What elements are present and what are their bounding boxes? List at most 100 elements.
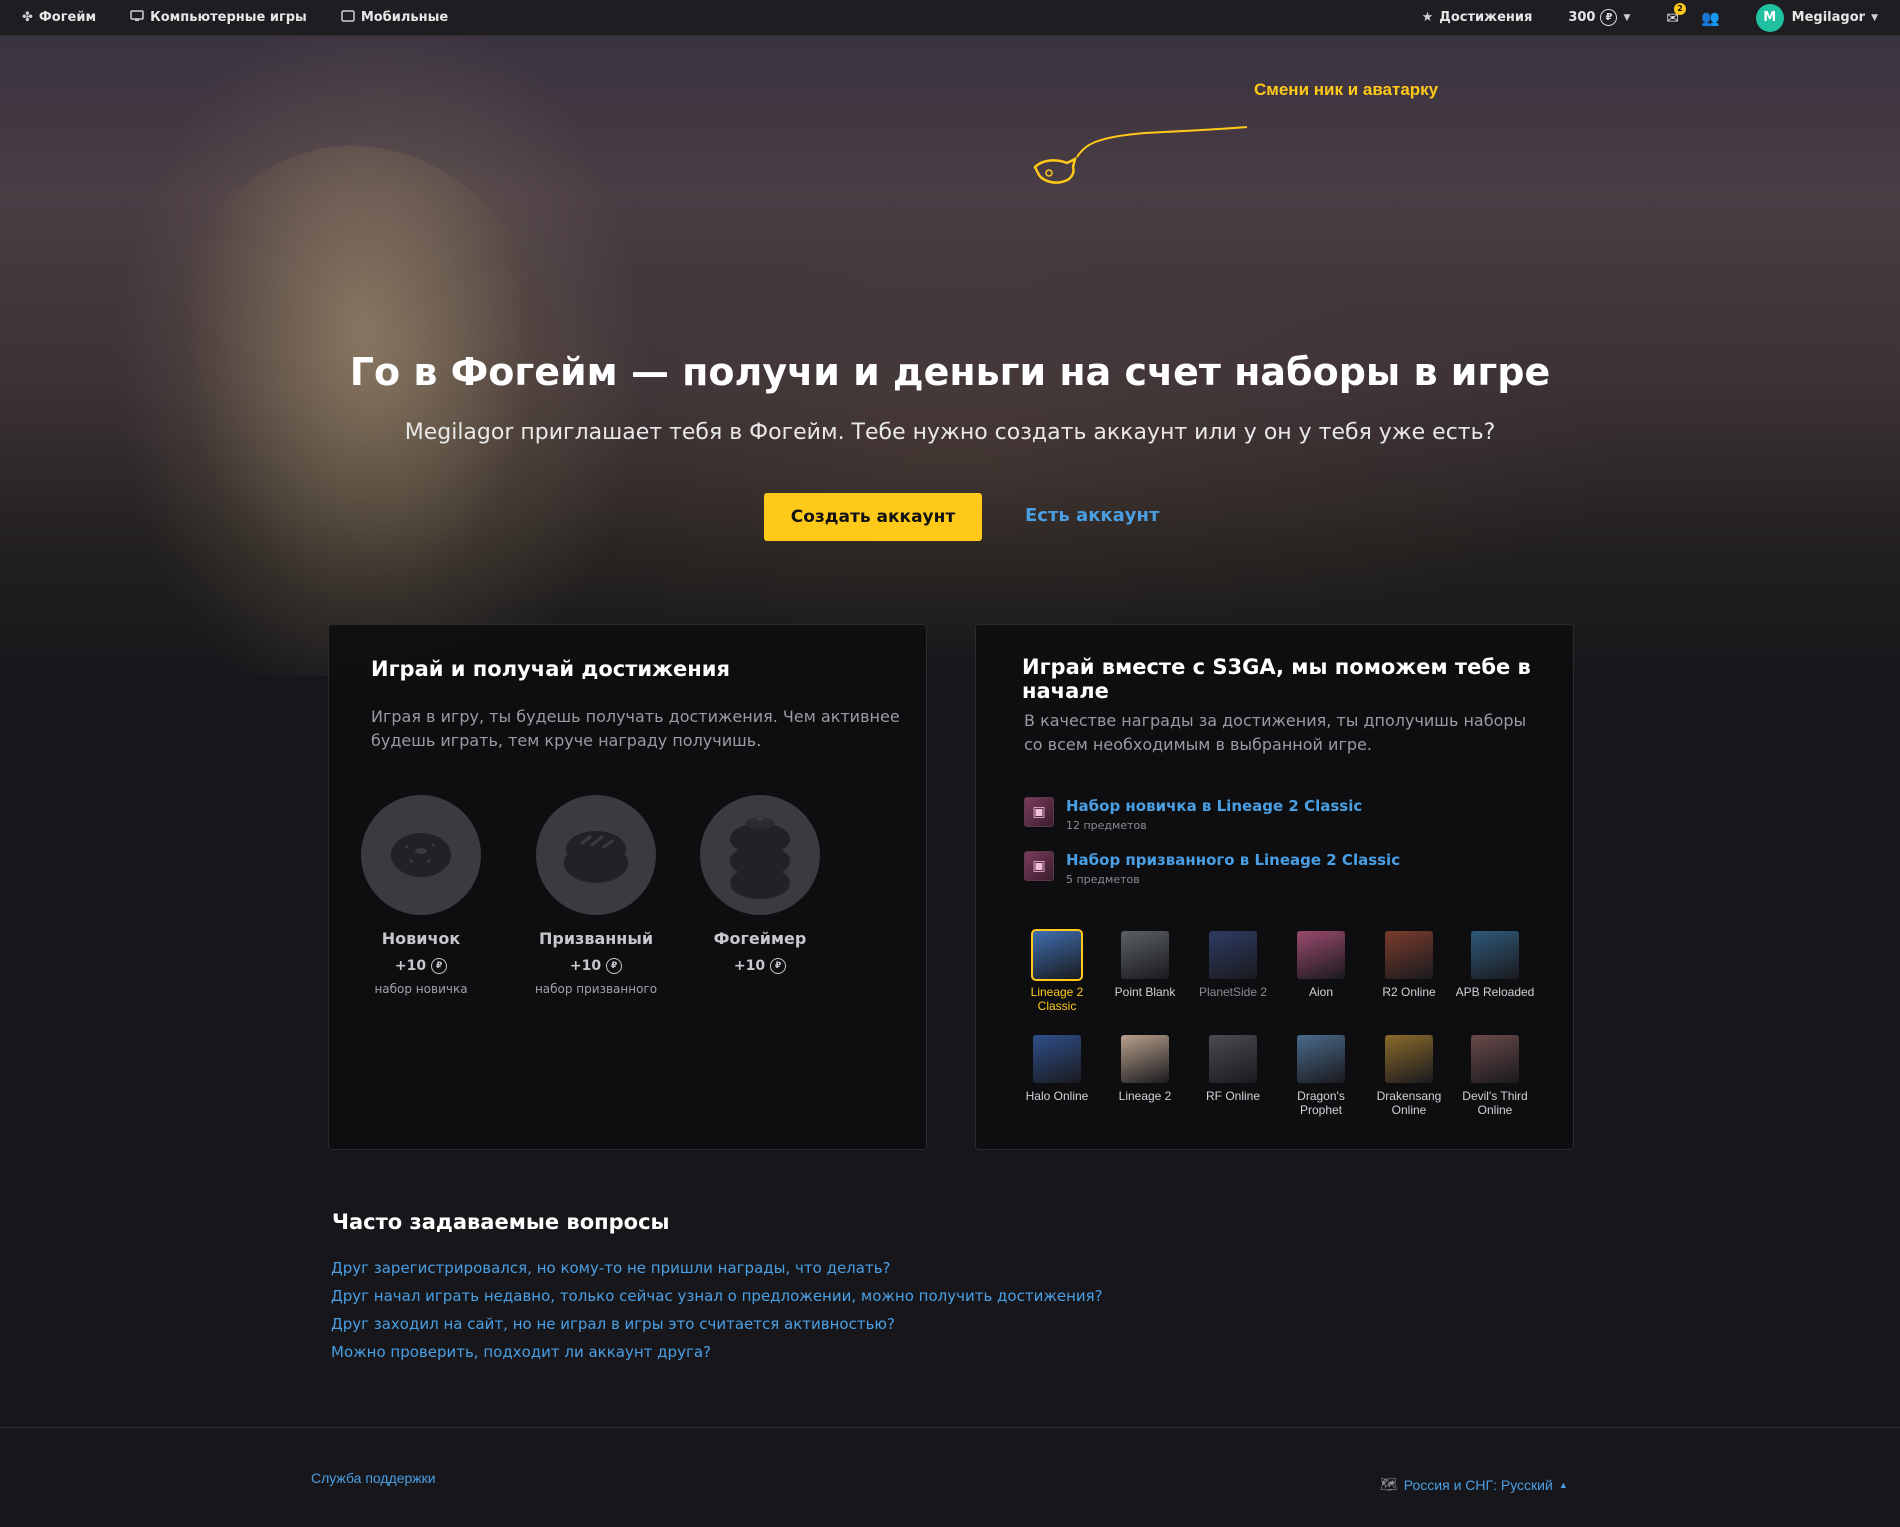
region-selector[interactable]: 🗺 Россия и СНГ: Русский ▲ xyxy=(1380,1476,1568,1493)
game-icon xyxy=(1033,1035,1081,1083)
achievements-card-title: Играй и получай достижения xyxy=(371,657,730,681)
kit-title[interactable]: Набор новичка в Lineage 2 Classic xyxy=(1066,797,1362,815)
game-icon xyxy=(1385,1035,1433,1083)
game-tile[interactable]: Lineage 2 xyxy=(1102,1035,1188,1103)
nav-brand[interactable]: ✤ Фогейм xyxy=(22,10,96,25)
create-account-button[interactable]: Создать аккаунт xyxy=(764,493,982,541)
game-label: APB Reloaded xyxy=(1455,985,1535,999)
game-icon xyxy=(1297,931,1345,979)
have-account-link[interactable]: Есть аккаунт xyxy=(1025,505,1159,526)
game-label: RF Online xyxy=(1205,1089,1261,1103)
faq-link[interactable]: Друг начал играть недавно, только сейчас… xyxy=(331,1286,1103,1314)
hero-subtitle: Megilagor приглашает тебя в Фогейм. Тебе… xyxy=(404,420,1496,445)
game-tile[interactable]: RF Online xyxy=(1190,1035,1276,1103)
game-icon xyxy=(1031,929,1083,981)
friends-icon[interactable]: 👥 xyxy=(1701,9,1720,27)
envelope-icon: ✉ 2 xyxy=(1666,2,1686,27)
achievement-name: Фогеймер xyxy=(713,929,807,948)
s3ga-card: Играй вместе с S3GA, мы поможем тебе в н… xyxy=(975,624,1574,1150)
game-tile[interactable]: R2 Online xyxy=(1366,931,1452,999)
clover-icon: ✤ xyxy=(22,10,33,25)
top-nav: ✤ Фогейм Компьютерные игры Мобильные ★ Д… xyxy=(0,0,1900,36)
kit-item[interactable]: ▣ Набор новичка в Lineage 2 Classic 12 п… xyxy=(1024,797,1362,832)
s3ga-desc-line-2: со всем необходимым в выбранной игре. xyxy=(1024,735,1372,754)
chevron-down-icon: ▼ xyxy=(1623,12,1631,23)
faq-link[interactable]: Друг заходил на сайт, но не играл в игры… xyxy=(331,1314,1103,1342)
game-tile[interactable]: Dragon's Prophet xyxy=(1278,1035,1364,1117)
game-icon xyxy=(1121,1035,1169,1083)
tablet-icon xyxy=(341,9,355,26)
mail-count-badge: 2 xyxy=(1673,2,1686,15)
s3ga-card-description: В качестве награды за достижения, ты дпо… xyxy=(1024,709,1526,757)
game-tile[interactable]: Point Blank xyxy=(1102,931,1188,999)
game-tile[interactable]: Devil's Third Online xyxy=(1452,1035,1538,1117)
faq-link[interactable]: Можно проверить, подходит ли аккаунт дру… xyxy=(331,1342,1103,1370)
hint-arrow-icon xyxy=(1033,126,1248,184)
nav-achievements[interactable]: ★ Достижения xyxy=(1422,10,1533,25)
achievements-card-description: Играя в игру, ты будешь получать достиже… xyxy=(371,705,900,753)
achievement-name: Новичок xyxy=(381,929,461,948)
achievement-fogamer[interactable]: Фогеймер +10 ₽ xyxy=(665,795,855,974)
achievements-desc-line-1: Играя в игру, ты будешь получать достиже… xyxy=(371,707,900,726)
kit-item[interactable]: ▣ Набор призванного в Lineage 2 Classic … xyxy=(1024,851,1400,886)
balance-value: 300 xyxy=(1568,10,1596,25)
donut-stack-icon xyxy=(700,795,820,915)
achievement-reward: +10 ₽ xyxy=(501,958,691,974)
balance-dropdown[interactable]: 300 ₽ ▼ xyxy=(1568,9,1630,26)
messages-button[interactable]: ✉ 2 👥 xyxy=(1666,2,1720,27)
achievement-invited[interactable]: Призванный +10 ₽ набор призванного xyxy=(501,795,691,996)
game-icon xyxy=(1209,931,1257,979)
achievement-reward: +10 ₽ xyxy=(665,958,855,974)
achievement-name: Призванный xyxy=(538,929,654,948)
nav-pc-games-label: Компьютерные игры xyxy=(150,10,307,25)
support-link[interactable]: Служба поддержки xyxy=(311,1470,436,1486)
glazed-donut-icon xyxy=(536,795,656,915)
achievements-desc-line-2: будешь играть, тем круче награду получиш… xyxy=(371,731,762,750)
currency-icon: ₽ xyxy=(431,958,448,974)
game-icon xyxy=(1121,931,1169,979)
game-icon xyxy=(1209,1035,1257,1083)
kit-title[interactable]: Набор призванного в Lineage 2 Classic xyxy=(1066,851,1400,869)
game-tile[interactable]: Halo Online xyxy=(1014,1035,1100,1103)
faq-list: Друг зарегистрировался, но кому-то не пр… xyxy=(331,1258,1103,1370)
game-tile[interactable]: Lineage 2 Classic xyxy=(1014,929,1100,1013)
faq-title: Часто задаваемые вопросы xyxy=(332,1210,670,1234)
game-icon xyxy=(1471,931,1519,979)
game-label: Lineage 2 Classic xyxy=(1030,985,1084,1013)
game-label: R2 Online xyxy=(1382,985,1436,999)
game-tile[interactable]: PlanetSide 2 xyxy=(1190,931,1276,999)
nav-mobile[interactable]: Мобильные xyxy=(341,9,449,26)
reward-value: +10 xyxy=(394,958,427,974)
footer: Служба поддержки 🗺 Россия и СНГ: Русский… xyxy=(0,1427,1900,1527)
nav-brand-label: Фогейм xyxy=(38,10,97,25)
change-nick-hint[interactable]: Смени ник и аватарку xyxy=(1254,80,1438,100)
achievement-note: набор новичка xyxy=(374,982,468,996)
nav-right: ★ Достижения 300 ₽ ▼ ✉ 2 👥 M Megilagor ▼ xyxy=(1386,2,1878,32)
currency-icon: ₽ xyxy=(770,958,787,974)
s3ga-card-title: Играй вместе с S3GA, мы поможем тебе в н… xyxy=(1022,655,1531,703)
currency-icon: ₽ xyxy=(1600,9,1618,26)
achievement-novice[interactable]: Новичок +10 ₽ набор новичка xyxy=(326,795,516,996)
game-label: Lineage 2 xyxy=(1118,1089,1172,1103)
game-tile[interactable]: APB Reloaded xyxy=(1452,931,1538,999)
game-tile[interactable]: Aion xyxy=(1278,931,1364,999)
nav-achievements-label: Достижения xyxy=(1439,10,1533,25)
medal-icon: ★ xyxy=(1421,10,1434,25)
game-icon xyxy=(1297,1035,1345,1083)
game-label: Halo Online xyxy=(1025,1089,1089,1103)
username: Megilagor xyxy=(1791,10,1866,25)
game-label: Aion xyxy=(1308,985,1334,999)
nav-pc-games[interactable]: Компьютерные игры xyxy=(130,9,307,26)
faq-link[interactable]: Друг зарегистрировался, но кому-то не пр… xyxy=(331,1258,1103,1286)
kit-count: 12 предметов xyxy=(1066,819,1147,832)
reward-value: +10 xyxy=(569,958,602,974)
chest-icon: ▣ xyxy=(1024,797,1054,827)
user-menu[interactable]: M Megilagor ▼ xyxy=(1755,3,1878,32)
hero-title: Го в Фогейм — получи и деньги на счет на… xyxy=(349,350,1551,394)
hero-artwork xyxy=(150,146,570,666)
achievements-card: Играй и получай достижения Играя в игру,… xyxy=(328,624,927,1150)
monitor-icon xyxy=(130,9,144,26)
nav-mobile-label: Мобильные xyxy=(360,10,449,25)
chevron-down-icon: ▼ xyxy=(1871,12,1878,23)
game-tile[interactable]: Drakensang Online xyxy=(1366,1035,1452,1117)
